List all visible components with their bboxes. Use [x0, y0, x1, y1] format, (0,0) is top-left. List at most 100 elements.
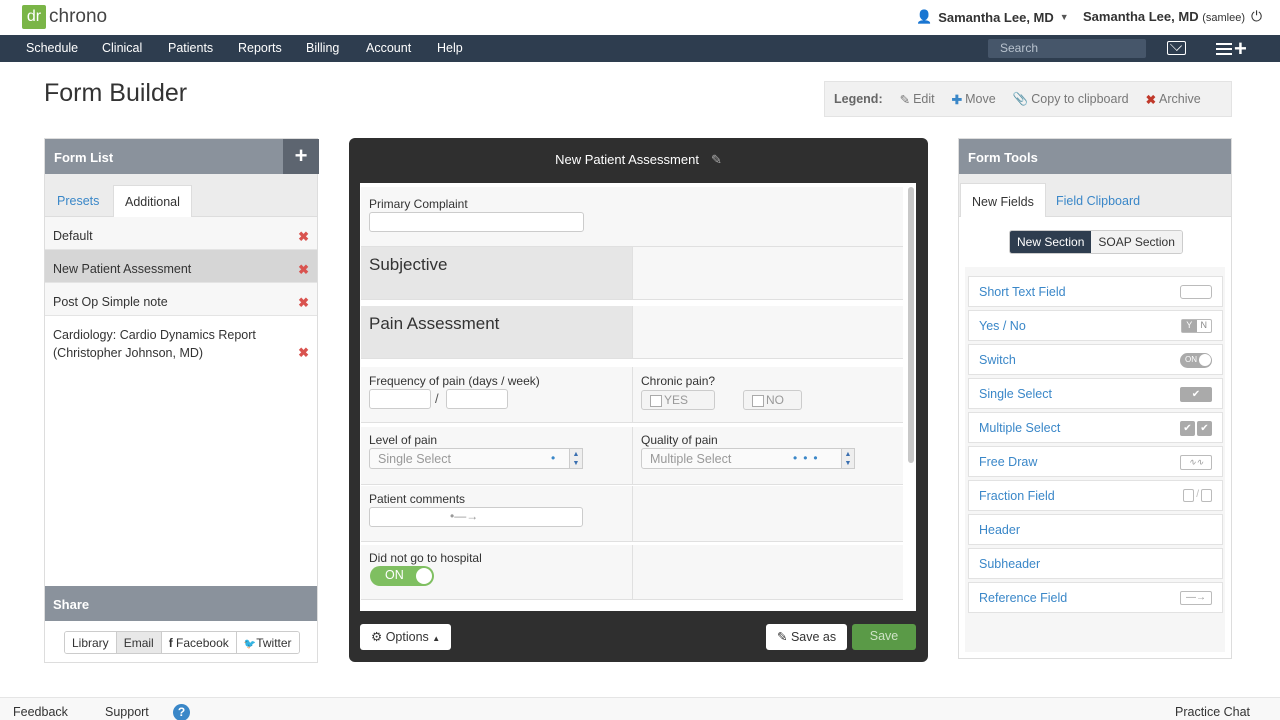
- tool-single-select[interactable]: Single Select ✔: [968, 378, 1223, 409]
- user-menu[interactable]: 👤 Samantha Lee, MD ▼: [916, 9, 1069, 25]
- legend-edit-label: Edit: [913, 92, 935, 106]
- field-cell: Did not go to hospital ON: [361, 545, 632, 599]
- nav-patients[interactable]: Patients: [168, 41, 213, 55]
- form-list-item-selected[interactable]: New Patient Assessment ✖: [45, 250, 317, 283]
- save-button[interactable]: Save: [852, 624, 916, 650]
- short-text-icon: [1180, 285, 1212, 299]
- share-title: Share: [45, 586, 317, 621]
- archive-x-icon[interactable]: ✖: [298, 344, 309, 362]
- plus-icon[interactable]: +: [1234, 36, 1247, 62]
- section-row[interactable]: Subjective: [361, 247, 903, 300]
- form-tools-tabs: New Fields Field Clipboard: [959, 174, 1231, 217]
- soap-section-button[interactable]: SOAP Section: [1091, 231, 1182, 253]
- tab-new-fields[interactable]: New Fields: [960, 183, 1046, 217]
- main-nav: Schedule Clinical Patients Reports Billi…: [0, 35, 1280, 62]
- hospital-switch[interactable]: ON: [370, 566, 434, 586]
- nav-help[interactable]: Help: [437, 41, 463, 55]
- level-of-pain-select[interactable]: Single Select • ▲ ▼: [369, 448, 583, 469]
- archive-x-icon[interactable]: ✖: [298, 261, 309, 279]
- legend-copy: 📎 Copy to clipboard: [1013, 92, 1129, 107]
- save-as-button[interactable]: ✎ Save as: [766, 624, 848, 650]
- field-row[interactable]: Patient comments •—→: [361, 486, 903, 542]
- caret-down-icon: ▼: [1059, 12, 1069, 22]
- form-canvas[interactable]: Primary Complaint Subjective Pain Assess…: [360, 183, 916, 611]
- reference-icon: —→: [1180, 591, 1212, 605]
- tool-switch[interactable]: Switch ON: [968, 344, 1223, 375]
- dots-icon: •••: [793, 451, 824, 465]
- archive-x-icon[interactable]: ✖: [298, 228, 309, 246]
- legend-title: Legend:: [834, 92, 883, 106]
- user-menu-name: Samantha Lee, MD: [938, 9, 1054, 25]
- section-title: Pain Assessment: [369, 314, 500, 333]
- canvas-scrollbar[interactable]: [908, 187, 914, 463]
- tool-label: Free Draw: [979, 455, 1038, 469]
- tool-multiple-select[interactable]: Multiple Select ✔ ✔: [968, 412, 1223, 443]
- nav-schedule[interactable]: Schedule: [26, 41, 78, 55]
- form-list-item[interactable]: Post Op Simple note ✖: [45, 283, 317, 316]
- tool-header[interactable]: Header: [968, 514, 1223, 545]
- add-form-button[interactable]: +: [283, 139, 319, 174]
- edit-title-pencil-icon[interactable]: ✎: [711, 152, 722, 167]
- share-facebook-button[interactable]: f Facebook: [161, 632, 237, 653]
- yes-no-icon: YN: [1181, 319, 1212, 333]
- nav-reports[interactable]: Reports: [238, 41, 282, 55]
- top-bar: dr chrono 👤 Samantha Lee, MD ▼ Samantha …: [0, 0, 1280, 35]
- field-cell: Quality of pain Multiple Select ••• ▲ ▼: [632, 427, 903, 484]
- tool-short-text-field[interactable]: Short Text Field: [968, 276, 1223, 307]
- tool-subheader[interactable]: Subheader: [968, 548, 1223, 579]
- tool-free-draw[interactable]: Free Draw ∿∿: [968, 446, 1223, 477]
- share-twitter-button[interactable]: 🐦Twitter: [236, 632, 299, 653]
- section-type-toggle: New Section SOAP Section: [1009, 230, 1183, 254]
- tab-presets[interactable]: Presets: [46, 185, 110, 217]
- field-label: Quality of pain: [641, 433, 718, 447]
- no-button[interactable]: NO: [743, 390, 802, 410]
- field-row[interactable]: Primary Complaint: [361, 187, 903, 247]
- multiple-select-icon: ✔ ✔: [1180, 421, 1212, 436]
- help-icon[interactable]: ?: [173, 704, 190, 720]
- form-tools-panel: Form Tools New Fields Field Clipboard Ne…: [958, 138, 1232, 659]
- legend-edit: ✎ Edit: [900, 92, 935, 107]
- account-name: Samantha Lee, MD: [1083, 9, 1199, 24]
- twitter-icon: 🐦: [243, 639, 257, 650]
- new-section-button[interactable]: New Section: [1010, 231, 1092, 253]
- menu-icon[interactable]: [1216, 43, 1232, 55]
- form-list-item[interactable]: Cardiology: Cardio Dynamics Report (Chri…: [45, 316, 317, 366]
- share-buttons: Library Email f Facebook 🐦Twitter: [64, 631, 300, 654]
- practice-chat-link[interactable]: Practice Chat: [1175, 705, 1250, 719]
- archive-x-icon: ✖: [1145, 92, 1157, 107]
- share-email-button[interactable]: Email: [116, 632, 162, 653]
- section-row[interactable]: Pain Assessment: [361, 306, 903, 359]
- reference-field-input[interactable]: •—→: [369, 507, 583, 527]
- field-row[interactable]: Level of pain Single Select • ▲ ▼ Quality…: [361, 427, 903, 485]
- search-input[interactable]: Search: [988, 39, 1146, 58]
- pencil-icon: ✎: [777, 630, 788, 644]
- drchrono-logo[interactable]: dr chrono: [22, 5, 107, 29]
- nav-billing[interactable]: Billing: [306, 41, 339, 55]
- fraction-denominator-input[interactable]: [446, 389, 508, 409]
- quality-of-pain-select[interactable]: Multiple Select ••• ▲ ▼: [641, 448, 855, 469]
- feedback-link[interactable]: Feedback: [13, 705, 68, 719]
- field-row[interactable]: Did not go to hospital ON: [361, 545, 903, 600]
- yes-button[interactable]: YES: [641, 390, 715, 410]
- support-link[interactable]: Support: [105, 705, 149, 719]
- field-row[interactable]: Frequency of pain (days / week) / Chroni…: [361, 367, 903, 423]
- field-label: Patient comments: [369, 492, 466, 506]
- archive-x-icon[interactable]: ✖: [298, 294, 309, 312]
- field-cell: Level of pain Single Select • ▲ ▼: [361, 427, 632, 484]
- primary-complaint-input[interactable]: [369, 212, 584, 232]
- form-list-item[interactable]: Default ✖: [45, 217, 317, 250]
- options-button[interactable]: ⚙ Options ▲: [360, 624, 452, 650]
- nav-account[interactable]: Account: [366, 41, 411, 55]
- select-value: Multiple Select: [650, 452, 732, 466]
- power-icon[interactable]: ⏻: [1251, 8, 1262, 25]
- nav-clinical[interactable]: Clinical: [102, 41, 142, 55]
- share-library-button[interactable]: Library: [65, 632, 117, 653]
- tab-field-clipboard[interactable]: Field Clipboard: [1045, 183, 1151, 217]
- fraction-numerator-input[interactable]: [369, 389, 431, 409]
- tool-yes-no[interactable]: Yes / No YN: [968, 310, 1223, 341]
- tab-additional[interactable]: Additional: [113, 185, 192, 217]
- tool-fraction-field[interactable]: Fraction Field /: [968, 480, 1223, 511]
- tool-reference-field[interactable]: Reference Field —→: [968, 582, 1223, 613]
- mail-icon[interactable]: [1167, 41, 1186, 55]
- tool-label: Header: [979, 523, 1020, 537]
